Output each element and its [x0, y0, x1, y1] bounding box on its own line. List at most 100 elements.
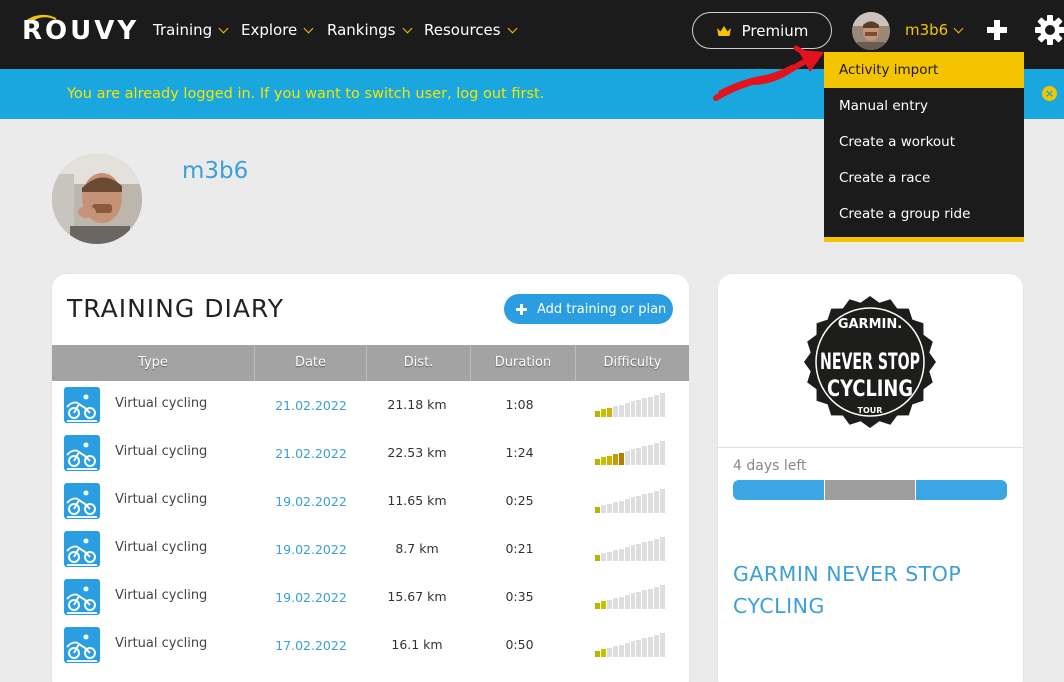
column-header-distance[interactable]: Dist.	[367, 345, 471, 381]
difficulty-bar	[630, 641, 636, 657]
event-card[interactable]: GARMIN. NEVER STOP CYCLING TOUR 4 days l…	[718, 274, 1023, 682]
plus-icon[interactable]	[985, 17, 1011, 43]
difficulty-bar	[654, 395, 660, 417]
activity-duration: 1:08	[505, 397, 534, 412]
difficulty-bar	[606, 599, 612, 609]
event-banner[interactable]: GARMIN. NEVER STOP CYCLING TOUR	[718, 274, 1023, 447]
difficulty-bar	[618, 404, 624, 417]
difficulty-bar	[660, 441, 666, 465]
difficulty-bar	[606, 647, 612, 657]
table-row[interactable]: Virtual cycling 17.02.2022 16.1 km 0:50	[52, 621, 689, 669]
diary-title: TRAINING DIARY	[67, 294, 284, 323]
cycling-icon	[64, 483, 100, 519]
table-row[interactable]: Virtual cycling 19.02.2022 15.67 km 0:35	[52, 573, 689, 621]
column-header-difficulty[interactable]: Difficulty	[576, 345, 689, 381]
activity-duration: 1:24	[505, 445, 534, 460]
difficulty-bar	[654, 539, 660, 561]
difficulty-bar	[600, 409, 606, 417]
difficulty-bar	[636, 543, 642, 561]
nav-rankings[interactable]: Rankings	[327, 21, 412, 39]
difficulty-bar	[648, 444, 654, 465]
difficulty-bar	[606, 407, 612, 417]
table-row[interactable]: Virtual cycling 19.02.2022 8.7 km 0:21	[52, 525, 689, 573]
progress-segment	[916, 480, 1008, 500]
difficulty-bar	[618, 596, 624, 609]
add-training-label: Add training or plan	[537, 301, 667, 317]
activity-duration: 0:50	[505, 637, 534, 652]
difficulty-bar	[636, 399, 642, 417]
activity-date-link[interactable]: 21.02.2022	[255, 446, 367, 461]
user-avatar[interactable]	[852, 12, 890, 50]
difficulty-bar	[630, 401, 636, 417]
user-photo	[852, 12, 890, 50]
menu-item-manual-entry[interactable]: Manual entry	[824, 88, 1024, 124]
activity-date-link[interactable]: 19.02.2022	[255, 590, 367, 605]
difficulty-bar	[648, 636, 654, 657]
table-row[interactable]: Virtual cycling 19.02.2022 11.65 km 0:25	[52, 477, 689, 525]
nav-training[interactable]: Training	[153, 21, 229, 39]
difficulty-bar	[618, 548, 624, 561]
difficulty-bar	[648, 396, 654, 417]
column-header-type[interactable]: Type	[52, 345, 255, 381]
difficulty-bar	[624, 451, 630, 465]
activity-date-link[interactable]: 17.02.2022	[255, 638, 367, 653]
column-header-duration[interactable]: Duration	[471, 345, 576, 381]
difficulty-bar	[648, 588, 654, 609]
activity-date-link[interactable]: 19.02.2022	[255, 494, 367, 509]
close-icon[interactable]: ×	[1042, 86, 1057, 101]
chevron-down-icon	[953, 23, 964, 33]
difficulty-bar	[606, 551, 612, 561]
activity-distance: 11.65 km	[387, 493, 447, 508]
difficulty-bar	[600, 505, 606, 513]
table-header: Type Date Dist. Duration Difficulty	[52, 345, 689, 381]
table-row[interactable]: Virtual cycling 21.02.2022 21.18 km 1:08	[52, 381, 689, 429]
menu-item-create-race[interactable]: Create a race	[824, 160, 1024, 196]
difficulty-bar	[654, 587, 660, 609]
menu-item-create-workout[interactable]: Create a workout	[824, 124, 1024, 160]
column-header-date[interactable]: Date	[255, 345, 367, 381]
difficulty-bar	[642, 398, 648, 417]
table-row[interactable]: Virtual cycling 21.02.2022 22.53 km 1:24	[52, 429, 689, 477]
badge-brand: GARMIN.	[838, 317, 902, 332]
nav-explore[interactable]: Explore	[241, 21, 314, 39]
plus-icon	[516, 303, 527, 315]
difficulty-meter	[595, 537, 666, 561]
difficulty-meter	[595, 489, 666, 513]
banner-message: You are already logged in. If you want t…	[67, 86, 545, 102]
difficulty-bar	[654, 635, 660, 657]
menu-item-activity-import[interactable]: Activity import	[824, 52, 1024, 88]
difficulty-bar	[636, 591, 642, 609]
event-title[interactable]: GARMIN NEVER STOP CYCLING	[733, 558, 1003, 622]
nav-resources[interactable]: Resources	[424, 21, 518, 39]
cycling-icon	[64, 579, 100, 615]
difficulty-bar	[660, 633, 666, 657]
profile-avatar[interactable]	[52, 154, 142, 244]
difficulty-bar	[642, 446, 648, 465]
difficulty-bar	[642, 494, 648, 513]
difficulty-bar	[600, 553, 606, 561]
difficulty-bar	[612, 646, 618, 657]
difficulty-bar	[600, 601, 606, 609]
difficulty-bar	[660, 393, 666, 417]
difficulty-bar	[642, 542, 648, 561]
difficulty-bar	[642, 638, 648, 657]
user-menu[interactable]: m3b6	[905, 21, 964, 39]
difficulty-bar	[612, 406, 618, 417]
user-name-label: m3b6	[905, 21, 949, 39]
activity-distance: 21.18 km	[387, 397, 447, 412]
add-training-button[interactable]: Add training or plan	[504, 294, 673, 324]
activity-date-link[interactable]: 21.02.2022	[255, 398, 367, 413]
activity-type: Virtual cycling	[115, 636, 208, 651]
brand-wordmark[interactable]: ROUVY	[22, 16, 139, 46]
activity-duration: 0:21	[505, 541, 534, 556]
garmin-tour-badge: GARMIN. NEVER STOP CYCLING TOUR	[804, 296, 936, 428]
profile-photo	[52, 154, 142, 244]
gear-icon[interactable]	[1034, 14, 1064, 46]
difficulty-bar	[624, 403, 630, 417]
activity-distance: 16.1 km	[391, 637, 443, 652]
nav-rankings-label: Rankings	[327, 21, 396, 39]
progress-segment	[733, 480, 824, 500]
menu-item-create-group-ride[interactable]: Create a group ride	[824, 196, 1024, 232]
activity-date-link[interactable]: 19.02.2022	[255, 542, 367, 557]
chevron-down-icon	[507, 23, 518, 33]
